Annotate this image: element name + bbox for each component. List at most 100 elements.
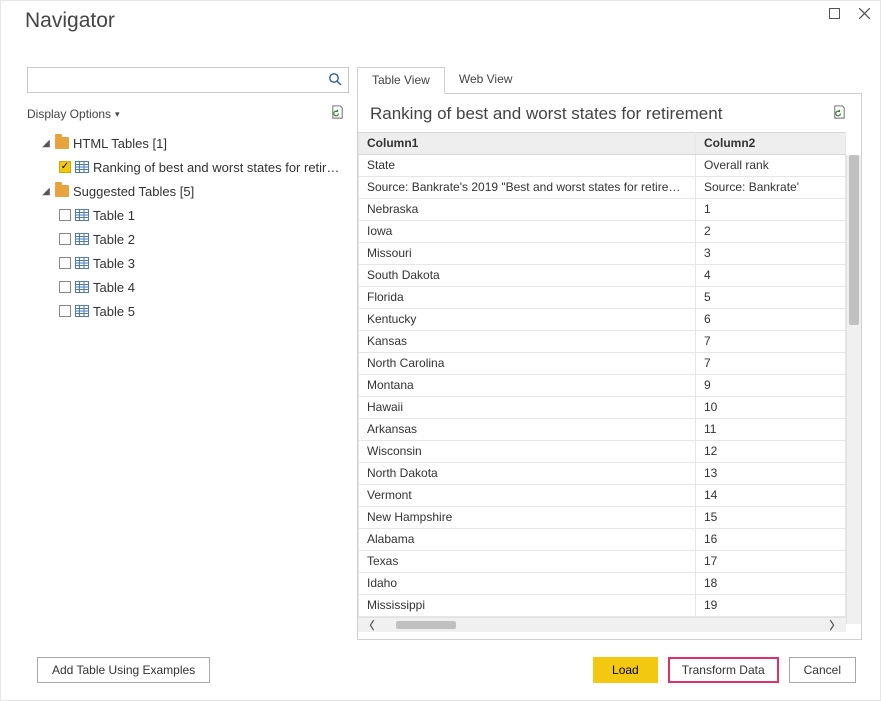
scroll-thumb[interactable] bbox=[849, 155, 859, 325]
tree-item-label: Ranking of best and worst states for ret… bbox=[93, 160, 343, 175]
refresh-preview-icon[interactable] bbox=[832, 105, 847, 123]
tree-item-ranking[interactable]: ✓ Ranking of best and worst states for r… bbox=[27, 155, 349, 179]
scroll-thumb[interactable] bbox=[396, 621, 456, 629]
tree-item-label: Table 4 bbox=[93, 280, 135, 295]
tree-item-label: Table 5 bbox=[93, 304, 135, 319]
caret-down-icon: ◢ bbox=[41, 186, 51, 197]
table-cell: Source: Bankrate' bbox=[696, 177, 846, 199]
tree-group-suggested-tables[interactable]: ◢ Suggested Tables [5] bbox=[27, 179, 349, 203]
table-row: Kansas7 bbox=[359, 331, 846, 353]
table-cell: 3 bbox=[696, 243, 846, 265]
checkbox[interactable] bbox=[59, 281, 71, 293]
table-cell: 10 bbox=[696, 397, 846, 419]
table-cell: 7 bbox=[696, 353, 846, 375]
table-cell: Texas bbox=[359, 551, 696, 573]
table-row: South Dakota4 bbox=[359, 265, 846, 287]
tree-item-suggested[interactable]: Table 1 bbox=[27, 203, 349, 227]
table-cell: New Hampshire bbox=[359, 507, 696, 529]
preview-table: Column1 Column2 StateOverall rankSource:… bbox=[358, 132, 846, 617]
column-header[interactable]: Column1 bbox=[359, 133, 696, 155]
table-row: North Dakota13 bbox=[359, 463, 846, 485]
refresh-icon[interactable] bbox=[330, 105, 345, 123]
search-input-container[interactable] bbox=[27, 67, 349, 93]
table-row: Arkansas11 bbox=[359, 419, 846, 441]
tree-item-suggested[interactable]: Table 2 bbox=[27, 227, 349, 251]
table-cell: Source: Bankrate's 2019 "Best and worst … bbox=[359, 177, 696, 199]
checkbox-checked[interactable]: ✓ bbox=[59, 161, 71, 173]
tree-item-suggested[interactable]: Table 3 bbox=[27, 251, 349, 275]
group-label: HTML Tables [1] bbox=[73, 136, 167, 151]
chevron-down-icon: ▾ bbox=[115, 109, 120, 120]
column-header[interactable]: Column2 bbox=[696, 133, 846, 155]
table-row: Montana9 bbox=[359, 375, 846, 397]
load-button[interactable]: Load bbox=[593, 657, 658, 683]
scroll-left-arrow-icon[interactable]: 〈 bbox=[362, 617, 376, 633]
table-row: New Hampshire15 bbox=[359, 507, 846, 529]
table-cell: 12 bbox=[696, 441, 846, 463]
table-cell: 5 bbox=[696, 287, 846, 309]
table-cell: Arkansas bbox=[359, 419, 696, 441]
tree-item-label: Table 2 bbox=[93, 232, 135, 247]
checkbox[interactable] bbox=[59, 209, 71, 221]
table-row: Idaho18 bbox=[359, 573, 846, 595]
table-cell: Hawaii bbox=[359, 397, 696, 419]
vertical-scrollbar[interactable] bbox=[846, 155, 861, 624]
table-icon bbox=[75, 281, 89, 293]
table-row: Hawaii10 bbox=[359, 397, 846, 419]
tree-item-label: Table 1 bbox=[93, 208, 135, 223]
add-table-using-examples-button[interactable]: Add Table Using Examples bbox=[37, 657, 210, 683]
preview-title: Ranking of best and worst states for ret… bbox=[370, 104, 722, 124]
search-icon[interactable] bbox=[328, 72, 342, 89]
table-row: Missouri3 bbox=[359, 243, 846, 265]
table-cell: Kansas bbox=[359, 331, 696, 353]
tab-web-view[interactable]: Web View bbox=[445, 67, 527, 93]
table-cell: 13 bbox=[696, 463, 846, 485]
scroll-right-arrow-icon[interactable]: 〉 bbox=[828, 617, 842, 633]
table-row: Wisconsin12 bbox=[359, 441, 846, 463]
table-cell: North Dakota bbox=[359, 463, 696, 485]
tree-item-suggested[interactable]: Table 5 bbox=[27, 299, 349, 323]
table-row: Kentucky6 bbox=[359, 309, 846, 331]
table-cell: Montana bbox=[359, 375, 696, 397]
table-cell: Idaho bbox=[359, 573, 696, 595]
table-cell: Alabama bbox=[359, 529, 696, 551]
table-icon bbox=[75, 305, 89, 317]
table-row: Florida5 bbox=[359, 287, 846, 309]
display-options-dropdown[interactable]: Display Options ▾ bbox=[27, 107, 120, 121]
checkbox[interactable] bbox=[59, 257, 71, 269]
table-cell: 1 bbox=[696, 199, 846, 221]
table-cell: Florida bbox=[359, 287, 696, 309]
table-cell: North Carolina bbox=[359, 353, 696, 375]
table-cell: Missouri bbox=[359, 243, 696, 265]
table-cell: 9 bbox=[696, 375, 846, 397]
table-icon bbox=[75, 233, 89, 245]
table-cell: 7 bbox=[696, 331, 846, 353]
table-cell: South Dakota bbox=[359, 265, 696, 287]
table-row: Alabama16 bbox=[359, 529, 846, 551]
table-cell: Vermont bbox=[359, 485, 696, 507]
tree-item-suggested[interactable]: Table 4 bbox=[27, 275, 349, 299]
tree-group-html-tables[interactable]: ◢ HTML Tables [1] bbox=[27, 131, 349, 155]
checkbox[interactable] bbox=[59, 305, 71, 317]
table-cell: 16 bbox=[696, 529, 846, 551]
checkbox[interactable] bbox=[59, 233, 71, 245]
table-row: StateOverall rank bbox=[359, 155, 846, 177]
maximize-icon[interactable] bbox=[828, 7, 840, 19]
horizontal-scrollbar[interactable]: 〈 〉 bbox=[358, 617, 846, 632]
group-label: Suggested Tables [5] bbox=[73, 184, 194, 199]
search-input[interactable] bbox=[34, 68, 328, 92]
table-row: North Carolina7 bbox=[359, 353, 846, 375]
tab-table-view[interactable]: Table View bbox=[357, 67, 445, 94]
tree-item-label: Table 3 bbox=[93, 256, 135, 271]
table-row: Texas17 bbox=[359, 551, 846, 573]
table-row: Mississippi19 bbox=[359, 595, 846, 617]
cancel-button[interactable]: Cancel bbox=[789, 657, 856, 683]
close-icon[interactable] bbox=[858, 7, 870, 19]
table-row: Iowa2 bbox=[359, 221, 846, 243]
transform-data-button[interactable]: Transform Data bbox=[668, 657, 779, 683]
table-cell: 2 bbox=[696, 221, 846, 243]
folder-icon bbox=[55, 185, 69, 197]
folder-icon bbox=[55, 137, 69, 149]
table-cell: Overall rank bbox=[696, 155, 846, 177]
table-cell: 14 bbox=[696, 485, 846, 507]
